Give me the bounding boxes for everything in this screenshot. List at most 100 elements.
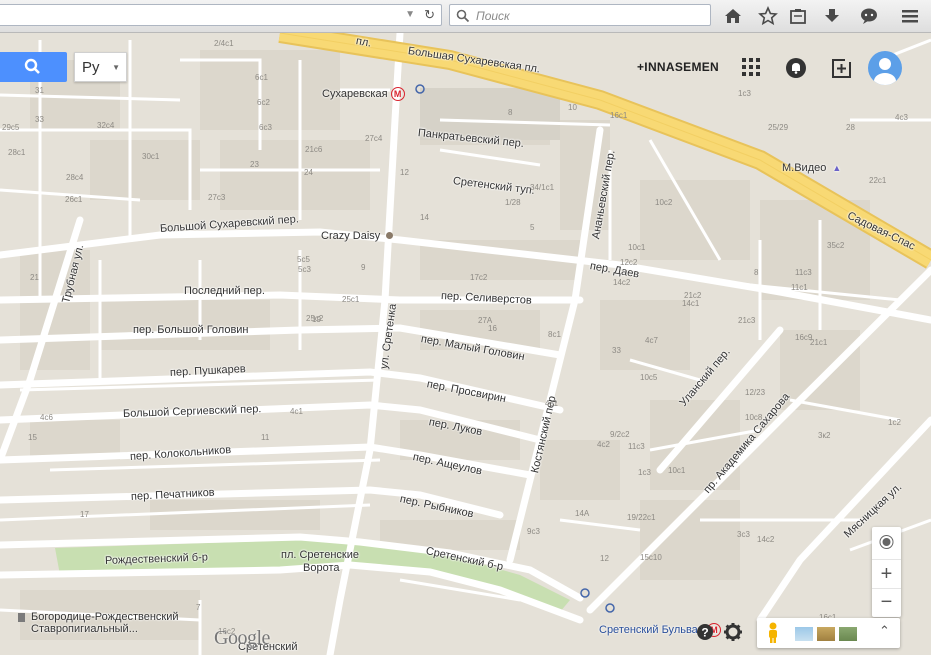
google-logo: Google xyxy=(214,627,270,649)
imagery-bar: ⌃ xyxy=(757,618,900,648)
svg-text:?: ? xyxy=(701,626,708,640)
house-number: 27с4 xyxy=(365,134,383,143)
house-number: 9/2с2 xyxy=(610,430,630,439)
house-number: 21с1 xyxy=(810,338,828,347)
poi-sukharevskaya-label: Сухаревская xyxy=(322,87,388,100)
chat-icon[interactable] xyxy=(859,6,879,26)
house-number: 2/4с1 xyxy=(214,39,234,48)
house-number: 25/29 xyxy=(768,123,789,132)
house-number: 24 xyxy=(304,168,313,177)
poi-sretensky-bulvar-label: Сретенский Бульвар xyxy=(599,623,704,636)
house-number: 14с2 xyxy=(757,535,775,544)
street-label-pl: пл. xyxy=(354,35,373,50)
house-number: 31 xyxy=(35,86,44,95)
url-dropdown-icon[interactable]: ▼ xyxy=(405,9,415,20)
house-number: 12 xyxy=(600,554,609,563)
bookmark-star-icon[interactable] xyxy=(758,6,778,26)
cafe-icon xyxy=(386,232,394,239)
imagery-thumb-3[interactable] xyxy=(839,627,857,641)
house-number: 35с2 xyxy=(827,241,845,250)
bookmarks-list-icon[interactable] xyxy=(788,6,808,26)
menu-icon[interactable] xyxy=(900,6,920,26)
house-number: 34/1с1 xyxy=(530,183,555,192)
house-number: 21с2 xyxy=(684,291,702,300)
my-location-button[interactable] xyxy=(872,529,901,555)
house-number: 23 xyxy=(250,160,259,169)
house-number: 21с6 xyxy=(305,145,323,154)
poi-crazy-daisy-label: Crazy Daisy xyxy=(321,230,381,242)
poi-bogoroditse[interactable]: Богородице-Рождественский Ставропигиальн… xyxy=(18,611,179,635)
poi-mvideo[interactable]: М.Видео ▲ xyxy=(782,162,841,174)
house-number: 15 xyxy=(28,433,37,442)
house-number: 6с3 xyxy=(259,123,272,132)
language-select[interactable]: Ру ▼ xyxy=(74,52,127,82)
settings-gear-icon[interactable] xyxy=(723,622,743,642)
street-view-pegman-icon[interactable] xyxy=(765,622,781,644)
house-number: 8 xyxy=(508,108,513,117)
help-icon[interactable]: ? xyxy=(696,623,714,641)
house-number: 7 xyxy=(196,603,201,612)
house-number: 1с3 xyxy=(638,468,651,477)
house-number: 10с2 xyxy=(655,198,673,207)
house-number: 11с3 xyxy=(795,268,812,277)
house-number: 4с7 xyxy=(645,336,658,345)
search-icon xyxy=(24,58,40,74)
share-add-icon[interactable] xyxy=(831,57,853,79)
house-number: 1/28 xyxy=(505,198,521,207)
house-number: 17с2 xyxy=(470,273,488,282)
house-number: 15с10 xyxy=(640,553,662,562)
house-number: 11 xyxy=(261,433,270,442)
house-number: 21с3 xyxy=(738,316,756,325)
poi-sukharevskaya[interactable]: Сухаревская M xyxy=(322,87,405,101)
zoom-out-button[interactable]: − xyxy=(872,588,901,617)
house-number: 14А xyxy=(575,509,590,518)
poi-crazy-daisy[interactable]: Crazy Daisy xyxy=(321,230,394,242)
house-number: 14 xyxy=(420,213,429,222)
reload-icon[interactable]: ↻ xyxy=(424,7,435,23)
house-number: 6с2 xyxy=(257,98,270,107)
house-number: 27с3 xyxy=(208,193,226,202)
house-number: 19/22с1 xyxy=(627,513,656,522)
house-number: 4с1 xyxy=(545,399,558,408)
house-number: 28 xyxy=(846,123,855,132)
download-icon[interactable] xyxy=(822,6,842,26)
apps-grid-icon[interactable] xyxy=(742,58,760,76)
user-silhouette-icon xyxy=(874,58,896,85)
imagery-thumb-2[interactable] xyxy=(817,627,835,641)
house-number: 3с3 xyxy=(737,530,750,539)
metro-icon: M xyxy=(390,87,405,101)
house-number: 1с3 xyxy=(738,89,751,98)
expand-chevron-icon[interactable]: ⌃ xyxy=(879,623,890,639)
shop-icon: ▲ xyxy=(832,163,842,173)
street-label-sretenskie-vorota-2: Ворота xyxy=(303,562,340,574)
map-search-button[interactable] xyxy=(0,52,67,82)
avatar[interactable] xyxy=(868,51,902,85)
chevron-down-icon: ▼ xyxy=(112,63,120,72)
poi-bogoroditse-label-1: Богородице-Рождественский xyxy=(31,611,179,623)
house-number: 12/23 xyxy=(745,388,766,397)
house-number: 5 xyxy=(530,223,535,232)
house-number: 1с2 xyxy=(888,418,901,427)
zoom-in-button[interactable]: + xyxy=(872,559,901,588)
house-number: 10с1 xyxy=(668,466,686,475)
user-name-link[interactable]: +INNASEMEN xyxy=(637,60,719,74)
map-canvas[interactable]: Большая Сухаревская пл. пл. Садовая-Спас… xyxy=(0,33,931,655)
house-number: 29с5 xyxy=(2,123,20,132)
house-number: 11с3 xyxy=(628,442,645,451)
house-number: 32с4 xyxy=(97,121,115,130)
browser-search-input[interactable]: Поиск xyxy=(449,4,711,26)
house-number: 33 xyxy=(35,115,44,124)
url-field[interactable]: ▼ ↻ xyxy=(0,4,442,26)
house-number: 5с3 xyxy=(298,265,311,274)
house-number: 6с1 xyxy=(255,73,268,82)
house-number: 30с1 xyxy=(142,152,160,161)
house-number: 16с1 xyxy=(610,111,628,120)
house-number: 14с1 xyxy=(682,299,700,308)
imagery-thumb-1[interactable] xyxy=(795,627,813,641)
house-number: 11с1 xyxy=(791,283,808,292)
street-label-sretenskie-vorota-1: пл. Сретенские xyxy=(281,549,359,561)
poi-bogoroditse-label-2: Ставропигиальный... xyxy=(31,623,138,635)
house-number: 10 xyxy=(568,103,577,112)
notifications-bell-icon[interactable] xyxy=(785,57,807,79)
home-icon[interactable] xyxy=(723,6,743,26)
